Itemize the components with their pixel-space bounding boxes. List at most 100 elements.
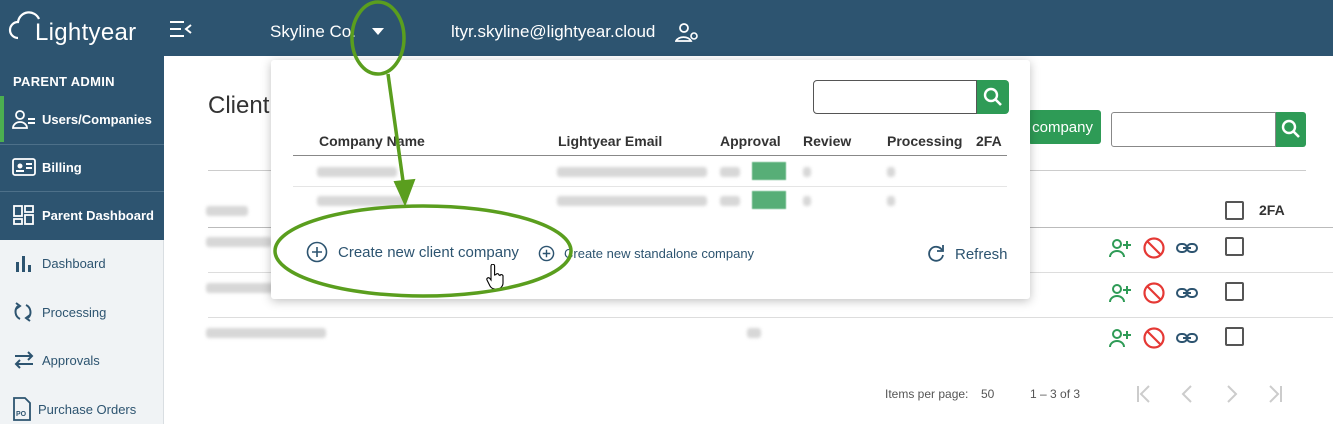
sidebar-item-label: Processing xyxy=(42,304,107,320)
company-search-input[interactable] xyxy=(813,80,977,114)
redacted-value xyxy=(720,167,740,177)
block-icon[interactable] xyxy=(1142,326,1166,350)
company-dropdown-panel: Company Name Lightyear Email Approval Re… xyxy=(271,60,1030,299)
create-standalone-company-button[interactable]: Create new standalone company xyxy=(538,244,754,262)
previous-page-icon[interactable] xyxy=(1176,383,1200,405)
items-per-page-select[interactable]: 50 xyxy=(981,387,994,401)
sidebar-item-dashboard[interactable]: Dashboard xyxy=(0,240,164,286)
sidebar-item-label: Dashboard xyxy=(42,255,106,271)
row-checkbox-2fa[interactable] xyxy=(1225,237,1244,256)
sidebar-admin-section: PARENT ADMIN Users/Companies Billing Par… xyxy=(0,56,164,240)
user-settings-icon[interactable] xyxy=(675,22,699,42)
refresh-icon xyxy=(928,245,944,262)
column-header-approval: Approval xyxy=(720,133,781,149)
link-icon[interactable] xyxy=(1175,281,1199,305)
sidebar-item-label: Parent Dashboard xyxy=(42,207,154,223)
app-logo[interactable]: Lightyear xyxy=(8,8,148,48)
link-icon[interactable] xyxy=(1175,326,1199,350)
company-search-button[interactable] xyxy=(977,80,1009,114)
users-icon xyxy=(12,110,35,129)
sidebar-item-processing[interactable]: Processing xyxy=(0,289,164,335)
block-icon[interactable] xyxy=(1142,281,1166,305)
hand-cursor-icon xyxy=(486,264,504,290)
sidebar-item-approvals[interactable]: Approvals xyxy=(0,337,164,383)
search-icon xyxy=(1281,119,1300,138)
add-user-icon[interactable] xyxy=(1108,236,1132,260)
row-actions xyxy=(1108,281,1198,305)
sidebar-item-label: Approvals xyxy=(42,352,100,368)
add-company-label: company xyxy=(1032,118,1093,136)
create-client-company-button[interactable]: Create new client company xyxy=(306,241,519,263)
column-header-lightyear-email: Lightyear Email xyxy=(558,133,663,149)
add-company-button[interactable]: company xyxy=(1028,110,1101,144)
link-icon[interactable] xyxy=(1175,236,1199,260)
sidebar-item-label: Users/Companies xyxy=(42,111,152,127)
redacted-value xyxy=(720,196,740,206)
first-page-icon[interactable] xyxy=(1132,383,1156,405)
redacted-email xyxy=(557,196,707,206)
column-header-review: Review xyxy=(803,133,852,149)
redacted-value xyxy=(803,196,811,206)
row-actions xyxy=(1108,236,1198,260)
select-all-checkbox[interactable] xyxy=(1225,201,1244,220)
search-icon xyxy=(983,87,1002,106)
create-client-company-label: Create new client company xyxy=(338,243,519,261)
redacted-value xyxy=(803,167,811,177)
redacted-column-header xyxy=(206,206,248,216)
main-search-input[interactable] xyxy=(1111,112,1276,147)
add-circle-icon xyxy=(306,241,328,263)
row-actions xyxy=(1108,326,1198,350)
sidebar-heading: PARENT ADMIN xyxy=(13,74,115,89)
add-circle-icon xyxy=(538,245,555,261)
grid-icon xyxy=(13,205,34,225)
logo-text: Lightyear xyxy=(35,19,137,46)
approval-status-badge xyxy=(752,162,786,180)
column-header-company-name: Company Name xyxy=(319,133,425,149)
svg-text:PO: PO xyxy=(16,411,27,418)
sidebar-item-users-companies[interactable]: Users/Companies xyxy=(0,96,164,142)
row-divider xyxy=(293,186,1007,187)
column-header-2fa: 2FA xyxy=(976,133,1002,149)
sidebar: PARENT ADMIN Users/Companies Billing Par… xyxy=(0,56,164,424)
redacted-value xyxy=(887,196,895,206)
approval-status-badge xyxy=(752,191,786,209)
page-title: Client xyxy=(208,92,270,119)
redacted-company-name xyxy=(317,167,397,177)
create-standalone-company-label: Create new standalone company xyxy=(564,245,755,261)
row-checkbox-2fa[interactable] xyxy=(1225,282,1244,301)
redacted-company-name xyxy=(206,283,276,293)
refresh-label: Refresh xyxy=(955,245,1008,263)
row-divider xyxy=(208,317,1333,318)
sync-icon xyxy=(14,302,32,322)
chevron-down-icon[interactable] xyxy=(372,28,384,35)
divider xyxy=(293,155,1007,156)
redacted-value xyxy=(747,328,761,338)
column-header-2fa: 2FA xyxy=(1259,202,1285,218)
block-icon[interactable] xyxy=(1142,236,1166,260)
last-page-icon[interactable] xyxy=(1263,383,1287,405)
main-search-button[interactable] xyxy=(1276,112,1306,147)
redacted-company-name xyxy=(206,237,272,247)
redacted-company-name xyxy=(206,328,326,338)
redacted-email xyxy=(557,167,707,177)
add-user-icon[interactable] xyxy=(1108,326,1132,350)
sidebar-item-label: Purchase Orders xyxy=(38,401,137,417)
company-selector[interactable]: Skyline Co. xyxy=(270,22,356,42)
items-per-page-label: Items per page: xyxy=(885,387,969,401)
add-user-icon[interactable] xyxy=(1108,281,1132,305)
sidebar-item-parent-dashboard[interactable]: Parent Dashboard xyxy=(0,192,164,238)
pagination-range: 1 – 3 of 3 xyxy=(1030,387,1081,401)
column-header-processing: Processing xyxy=(887,133,963,149)
menu-collapse-icon[interactable] xyxy=(170,20,192,38)
top-bar: Lightyear Skyline Co. ltyr.skyline@light… xyxy=(0,0,1333,56)
bar-chart-icon xyxy=(16,256,31,272)
id-card-icon xyxy=(12,158,36,176)
row-checkbox-2fa[interactable] xyxy=(1225,327,1244,346)
refresh-button[interactable]: Refresh xyxy=(926,242,1008,266)
user-email: ltyr.skyline@lightyear.cloud xyxy=(451,22,656,41)
sidebar-item-billing[interactable]: Billing xyxy=(0,144,164,190)
swap-icon xyxy=(14,351,34,369)
next-page-icon[interactable] xyxy=(1219,383,1243,405)
sidebar-item-purchase-orders[interactable]: PO Purchase Orders xyxy=(0,386,164,432)
redacted-value xyxy=(887,167,895,177)
